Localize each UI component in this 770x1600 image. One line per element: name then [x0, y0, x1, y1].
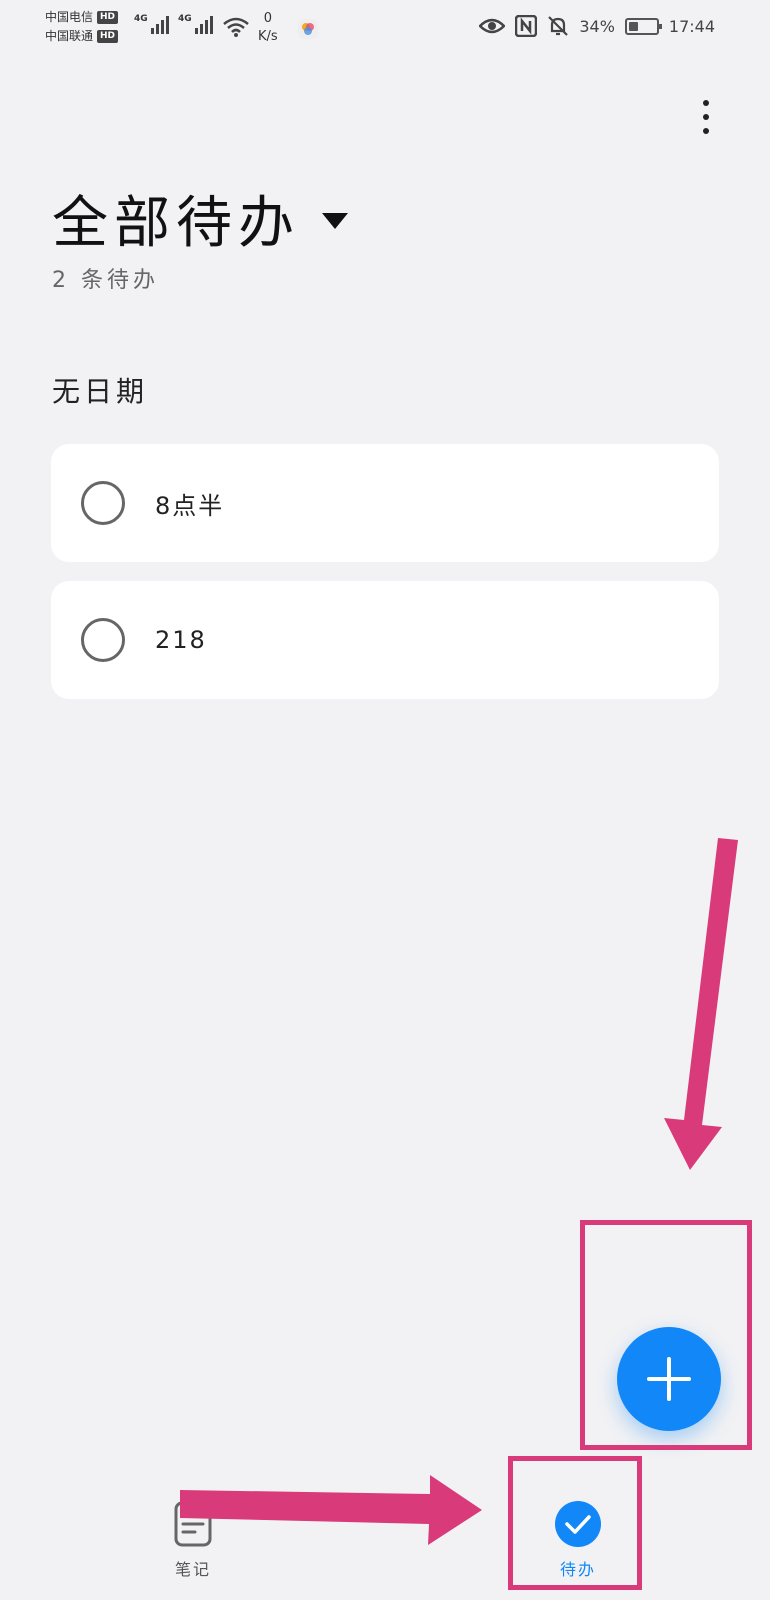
hd-badge: HD [97, 11, 119, 24]
battery-icon [624, 17, 662, 35]
nav-notes[interactable]: 笔记 [133, 1500, 253, 1580]
carrier-info: 中国电信 HD 中国联通 HD [45, 8, 119, 46]
hd-badge: HD [97, 30, 119, 43]
section-title-no-date: 无日期 [52, 375, 149, 408]
todo-item[interactable]: 218 [51, 581, 719, 699]
nav-notes-label: 笔记 [174, 1560, 211, 1579]
more-vertical-icon [703, 100, 709, 106]
carrier-2-label: 中国联通 [45, 29, 94, 43]
todo-count: 2 条待办 [52, 268, 159, 293]
nfc-icon [515, 15, 538, 37]
todo-checkbox[interactable] [81, 481, 125, 525]
check-icon [555, 1501, 601, 1547]
clock: 17:44 [668, 16, 715, 36]
annotation-arrow-down [664, 838, 738, 1170]
page-title: 全部待办 [52, 191, 300, 256]
status-bar: 中国电信 HD 中国联通 HD 4G 4G 0 K/s 34% 17:44 [0, 0, 770, 50]
notes-icon [174, 1501, 212, 1547]
more-vertical-icon [703, 114, 709, 120]
network-speed: 0 K/s [258, 10, 278, 46]
signal-icon: 4G [178, 14, 216, 34]
battery-percent: 34% [579, 16, 615, 36]
wifi-icon [223, 17, 249, 37]
todo-item[interactable]: 8点半 [51, 444, 719, 562]
signal-icon: 4G [134, 14, 172, 34]
todo-text: 8点半 [155, 491, 225, 520]
nav-todo[interactable]: 待办 [518, 1500, 638, 1580]
carrier-1-label: 中国电信 [45, 10, 94, 24]
todo-text: 218 [155, 626, 207, 654]
network-type-label: 4G [178, 14, 192, 24]
more-vertical-icon [703, 128, 709, 134]
status-right-group: 34% 17:44 [479, 15, 715, 37]
battery-level-fill [628, 21, 638, 31]
signal-bars-icon [150, 16, 169, 34]
dropdown-caret-icon[interactable] [322, 212, 348, 229]
nav-todo-label: 待办 [559, 1560, 596, 1579]
speed-value: 0 [263, 11, 272, 26]
speed-unit: K/s [258, 29, 278, 44]
signal-bars-icon [194, 16, 213, 34]
title-dropdown[interactable]: 全部待办 [52, 178, 348, 259]
todo-checkbox[interactable] [81, 618, 125, 662]
app-notification-icon [298, 19, 318, 39]
eye-icon [479, 18, 506, 34]
bell-off-icon [548, 16, 569, 36]
network-type-label: 4G [134, 14, 148, 24]
more-options-button[interactable] [686, 92, 726, 142]
bottom-nav: 笔记 待办 [0, 1480, 770, 1600]
add-todo-button[interactable] [617, 1327, 721, 1431]
